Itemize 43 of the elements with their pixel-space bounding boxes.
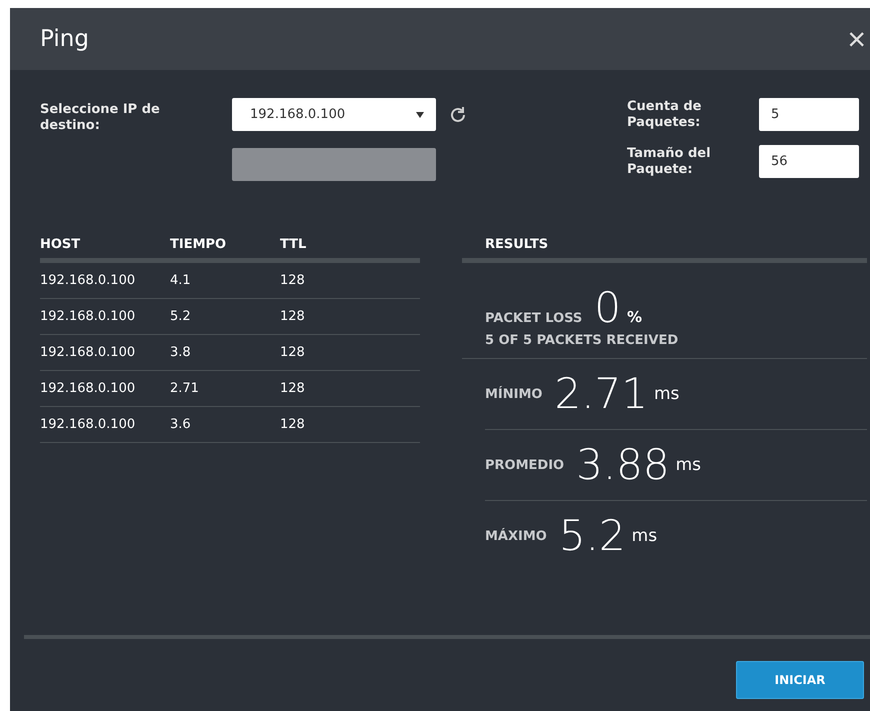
column-header: TIEMPO	[170, 236, 228, 252]
table-cell-text: 5.2	[170, 309, 192, 324]
stat-label: MÁXIMO	[485, 528, 547, 544]
stat-unit: ms	[632, 526, 658, 546]
packet-size-label: Tamaño del Paquete:	[627, 146, 712, 178]
column-header: HOST	[40, 236, 82, 252]
table-cell-text: 192.168.0.100	[40, 309, 136, 324]
table-cell-text: 128	[280, 381, 306, 396]
table-cell-text: 192.168.0.100	[40, 381, 136, 396]
stat-unit: ms	[654, 384, 680, 404]
table-cell-text: 3.8	[170, 345, 192, 360]
start-button[interactable]: INICIAR	[736, 661, 864, 699]
table-cell-text: 128	[280, 309, 306, 324]
packet-loss-value: 0	[594, 283, 622, 334]
packet-count-field[interactable]: 5	[759, 98, 859, 131]
stat-label: PROMEDIO	[485, 458, 564, 473]
stat-value: 5.2	[558, 511, 626, 562]
target-ip-label: Seleccione IP de destino:	[40, 101, 161, 135]
stat-unit: ms	[676, 455, 702, 476]
column-header: TTL	[280, 236, 308, 252]
caret-icon	[416, 112, 424, 118]
refresh-icon[interactable]	[448, 104, 468, 124]
table-cell-text: 3.6	[170, 417, 192, 432]
packets-received-text: 5 OF 5 PACKETS RECEIVED	[462, 333, 867, 360]
results-heading: RESULTS	[485, 236, 548, 252]
table-cell-text: 4.1	[170, 273, 192, 288]
target-ip-dropdown[interactable]: 192.168.0.100	[232, 98, 436, 131]
packet-loss-unit: %	[627, 308, 642, 326]
table-cell-text: 192.168.0.100	[40, 345, 136, 360]
stat-value: 3.88	[576, 440, 670, 491]
stat-value: 2.71	[554, 369, 648, 420]
table-cell-text: 192.168.0.100	[40, 273, 136, 288]
packet-count-label: Cuenta de Paquetes:	[627, 98, 703, 130]
table-cell-text: 192.168.0.100	[40, 417, 136, 432]
table-cell-text: 128	[280, 273, 306, 288]
stat-label: MÍNIMO	[485, 386, 542, 402]
packet-loss-label: PACKET LOSS	[485, 311, 582, 326]
table-cell-text: 128	[280, 417, 306, 432]
window-title: Ping	[40, 26, 89, 52]
packet-size-field[interactable]: 56	[759, 145, 859, 178]
table-cell-text: 128	[280, 345, 306, 360]
table-cell-text: 2.71	[170, 381, 200, 396]
close-button[interactable]: ×	[843, 23, 870, 55]
